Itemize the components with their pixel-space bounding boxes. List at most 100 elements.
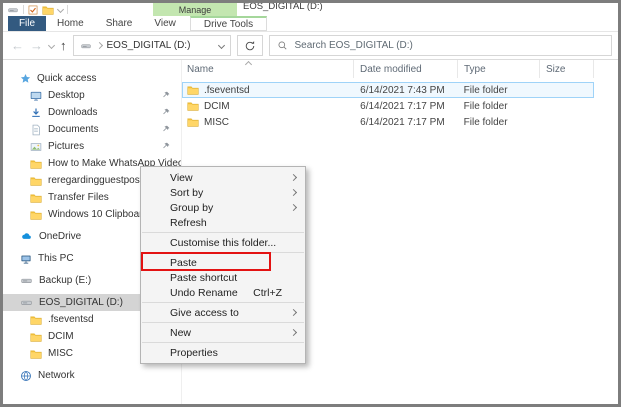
- folder-icon: [30, 176, 42, 186]
- menu-item-label: View: [170, 172, 193, 184]
- file-date-modified: 6/14/2021 7:43 PM: [354, 85, 458, 96]
- file-date-modified: 6/14/2021 7:17 PM: [354, 101, 458, 112]
- file-row-fseventsd[interactable]: .fseventsd 6/14/2021 7:43 PM File folder: [182, 82, 594, 98]
- sidebar-item-label: This PC: [38, 253, 74, 264]
- toolbar-divider: [67, 5, 68, 14]
- qat-customize-caret-icon[interactable]: [57, 6, 64, 13]
- pin-icon[interactable]: [161, 124, 171, 134]
- menu-item-refresh[interactable]: Refresh: [141, 215, 305, 230]
- menu-item-view[interactable]: View: [141, 170, 305, 185]
- menu-item-give-access-to[interactable]: Give access to: [141, 305, 305, 320]
- sidebar-item-network[interactable]: Network: [3, 367, 181, 384]
- pin-icon[interactable]: [161, 90, 171, 100]
- folder-icon: [30, 210, 42, 220]
- address-dropdown-chevron-icon[interactable]: [217, 42, 224, 49]
- recent-locations-chevron-icon[interactable]: [48, 42, 55, 49]
- menu-item-paste[interactable]: Paste: [141, 255, 305, 270]
- breadcrumb-chevron-icon[interactable]: [95, 42, 102, 49]
- column-header-label: Type: [464, 64, 486, 75]
- column-header-size[interactable]: Size: [540, 60, 594, 78]
- pin-icon[interactable]: [161, 107, 171, 117]
- sidebar-item-pictures[interactable]: Pictures: [3, 138, 181, 155]
- sidebar-item-label: Quick access: [37, 73, 96, 84]
- menu-item-label: New: [170, 327, 191, 339]
- pc-icon: [20, 253, 32, 265]
- menu-item-label: Group by: [170, 202, 213, 214]
- sort-ascending-icon: [245, 61, 252, 68]
- menu-item-undo-rename[interactable]: Undo Rename Ctrl+Z: [141, 285, 305, 300]
- file-row-misc[interactable]: MISC 6/14/2021 7:17 PM File folder: [182, 114, 594, 130]
- sidebar-item-desktop[interactable]: Desktop: [3, 87, 181, 104]
- menu-item-label: Paste shortcut: [170, 272, 237, 284]
- sidebar-item-label: Network: [38, 370, 75, 381]
- column-headers: Name Date modified Type Size: [182, 60, 618, 78]
- address-box[interactable]: EOS_DIGITAL (D:): [73, 35, 231, 56]
- menu-item-label: Properties: [170, 347, 218, 359]
- file-name: MISC: [204, 117, 229, 128]
- sidebar-item-label: Desktop: [48, 90, 85, 101]
- search-icon: [277, 40, 288, 51]
- tab-drive-tools[interactable]: Drive Tools: [190, 16, 267, 31]
- window-title: EOS_DIGITAL (D:): [243, 1, 323, 12]
- folder-icon: [30, 349, 42, 359]
- submenu-arrow-icon: [290, 174, 297, 181]
- tab-home[interactable]: Home: [46, 16, 95, 31]
- file-rows: .fseventsd 6/14/2021 7:43 PM File folder…: [182, 82, 618, 130]
- monitor-icon: [30, 90, 42, 102]
- menu-item-shortcut: Ctrl+Z: [253, 287, 295, 299]
- sidebar-item-label: Transfer Files: [48, 192, 109, 203]
- ribbon-contextual-label: Manage: [153, 3, 237, 16]
- sidebar-item-label: Downloads: [48, 107, 97, 118]
- folder-icon: [30, 159, 42, 169]
- forward-arrow-icon[interactable]: →: [30, 39, 43, 52]
- properties-check-icon[interactable]: [28, 5, 38, 15]
- file-row-dcim[interactable]: DCIM 6/14/2021 7:17 PM File folder: [182, 98, 594, 114]
- menu-item-label: Customise this folder...: [170, 237, 276, 249]
- sidebar-item-label: reregardingguestposts: [48, 175, 148, 186]
- submenu-arrow-icon: [290, 204, 297, 211]
- menu-item-customise-this-folder[interactable]: Customise this folder...: [141, 235, 305, 250]
- tab-share[interactable]: Share: [95, 16, 144, 31]
- sidebar-item-downloads[interactable]: Downloads: [3, 104, 181, 121]
- menu-item-paste-shortcut[interactable]: Paste shortcut: [141, 270, 305, 285]
- submenu-arrow-icon: [290, 189, 297, 196]
- column-header-name[interactable]: Name: [182, 60, 354, 78]
- folder-icon: [30, 315, 42, 325]
- column-header-label: Date modified: [360, 64, 422, 75]
- drive-icon: [7, 5, 19, 15]
- file-type: File folder: [458, 101, 540, 112]
- menu-separator: [142, 232, 304, 233]
- file-type: File folder: [458, 117, 540, 128]
- address-bar: ← → ↑ EOS_DIGITAL (D:): [3, 32, 618, 60]
- menu-item-properties[interactable]: Properties: [141, 345, 305, 360]
- tab-view[interactable]: View: [143, 16, 187, 31]
- drive-icon: [80, 41, 92, 51]
- column-header-date-modified[interactable]: Date modified: [354, 60, 458, 78]
- column-header-label: Size: [546, 64, 565, 75]
- refresh-icon: [244, 40, 256, 52]
- title-bar: Manage EOS_DIGITAL (D:): [3, 3, 618, 16]
- breadcrumb[interactable]: EOS_DIGITAL (D:): [107, 40, 214, 51]
- file-type: File folder: [458, 85, 540, 96]
- sidebar-item-documents[interactable]: Documents: [3, 121, 181, 138]
- folder-icon: [187, 85, 199, 95]
- new-folder-icon[interactable]: [42, 5, 54, 15]
- refresh-button[interactable]: [237, 35, 263, 56]
- menu-item-group-by[interactable]: Group by: [141, 200, 305, 215]
- file-name: .fseventsd: [204, 85, 250, 96]
- content-area: Quick access Desktop Downloads Documents…: [3, 60, 618, 405]
- menu-separator: [142, 322, 304, 323]
- column-header-type[interactable]: Type: [458, 60, 540, 78]
- tab-file[interactable]: File: [8, 16, 46, 31]
- sidebar-item-quick-access[interactable]: Quick access: [3, 70, 181, 87]
- menu-item-new[interactable]: New: [141, 325, 305, 340]
- menu-item-sort-by[interactable]: Sort by: [141, 185, 305, 200]
- back-arrow-icon[interactable]: ←: [11, 39, 24, 52]
- up-arrow-icon[interactable]: ↑: [60, 39, 67, 52]
- explorer-window: Manage EOS_DIGITAL (D:) File Home Share …: [0, 0, 621, 407]
- search-box[interactable]: [269, 35, 613, 56]
- search-input[interactable]: [270, 36, 612, 55]
- drive-icon: [20, 297, 33, 308]
- pin-icon[interactable]: [161, 141, 171, 151]
- folder-icon: [30, 332, 42, 342]
